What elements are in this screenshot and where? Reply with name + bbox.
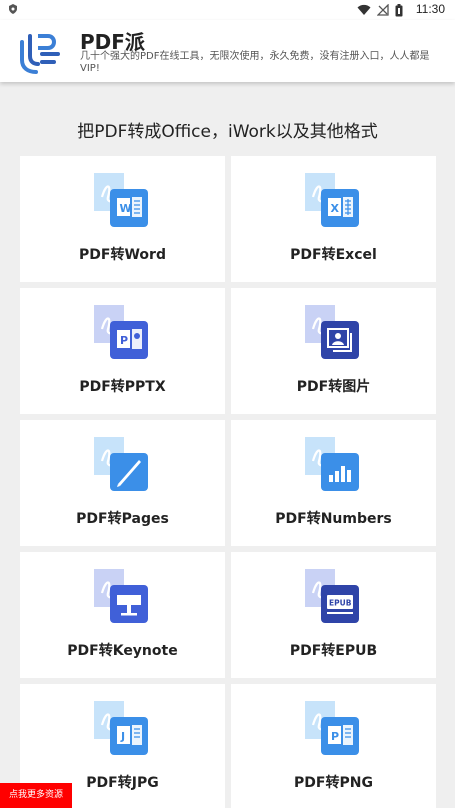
card-label: PDF转图片 bbox=[296, 379, 371, 395]
battery-icon bbox=[395, 3, 403, 16]
card-pdf-to-numbers[interactable]: PDF转Numbers bbox=[231, 420, 436, 546]
wifi-icon bbox=[357, 4, 371, 15]
svg-text:P: P bbox=[120, 334, 128, 347]
card-label: PDF转Excel bbox=[290, 247, 377, 263]
card-label: PDF转Keynote bbox=[67, 643, 178, 659]
section-title: 把PDF转成Office，iWork以及其他格式 bbox=[77, 122, 378, 142]
jpg-icon: J bbox=[94, 701, 148, 755]
png-icon: P bbox=[305, 701, 359, 755]
card-pdf-to-word[interactable]: W PDF转Word bbox=[20, 156, 225, 282]
image-icon bbox=[305, 305, 359, 359]
epub-badge-text: EPUB bbox=[329, 599, 352, 608]
card-pdf-to-keynote[interactable]: PDF转Keynote bbox=[20, 552, 225, 678]
keynote-icon bbox=[94, 569, 148, 623]
svg-text:W: W bbox=[120, 202, 132, 215]
word-icon: W bbox=[94, 173, 148, 227]
svg-text:X: X bbox=[331, 202, 340, 215]
card-label: PDF转Numbers bbox=[275, 511, 392, 527]
epub-icon: EPUB bbox=[305, 569, 359, 623]
status-time: 11:30 bbox=[415, 2, 445, 16]
more-resources-button[interactable]: 点我更多资源 bbox=[0, 783, 72, 808]
card-label: PDF转PNG bbox=[294, 775, 373, 791]
excel-icon: X bbox=[305, 173, 359, 227]
app-header: PDF派 几十个强大的PDF在线工具，无限次使用，永久免费，没有注册入口，人人都… bbox=[0, 20, 455, 82]
card-label: PDF转Pages bbox=[76, 511, 169, 527]
svg-text:J: J bbox=[120, 730, 125, 743]
numbers-icon bbox=[305, 437, 359, 491]
status-bar: 11:30 bbox=[0, 0, 455, 20]
card-pdf-to-epub[interactable]: EPUB PDF转EPUB bbox=[231, 552, 436, 678]
card-pdf-to-pages[interactable]: PDF转Pages bbox=[20, 420, 225, 546]
pdfpai-logo-icon bbox=[20, 34, 60, 74]
svg-text:P: P bbox=[331, 730, 339, 743]
pages-icon bbox=[94, 437, 148, 491]
card-label: PDF转Word bbox=[79, 247, 166, 263]
signal-off-icon bbox=[377, 4, 389, 16]
card-pdf-to-excel[interactable]: X PDF转Excel bbox=[231, 156, 436, 282]
shield-icon bbox=[9, 4, 17, 14]
card-pdf-to-pptx[interactable]: P PDF转PPTX bbox=[20, 288, 225, 414]
card-pdf-to-image[interactable]: PDF转图片 bbox=[231, 288, 436, 414]
app-subtitle: 几十个强大的PDF在线工具，无限次使用，永久免费，没有注册入口，人人都是VIP! bbox=[80, 51, 430, 74]
card-pdf-to-png[interactable]: P PDF转PNG bbox=[231, 684, 436, 808]
card-label: PDF转PPTX bbox=[79, 379, 166, 395]
powerpoint-icon: P bbox=[94, 305, 148, 359]
card-label: PDF转EPUB bbox=[289, 643, 378, 659]
